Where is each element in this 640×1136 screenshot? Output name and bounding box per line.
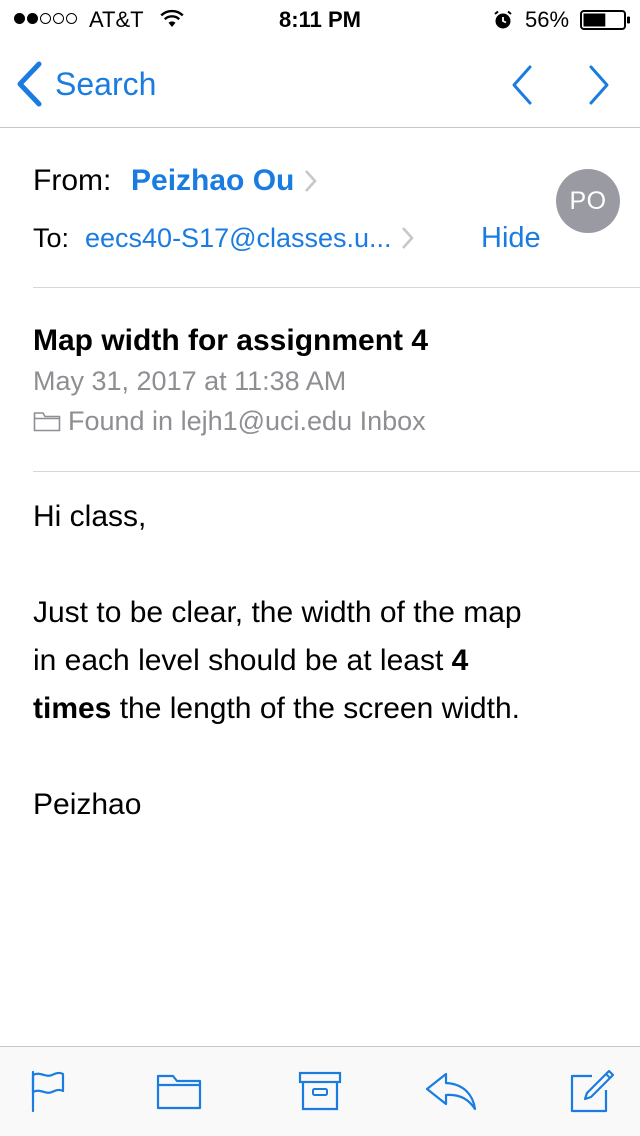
reply-button[interactable] xyxy=(423,1069,479,1117)
folder-icon xyxy=(33,410,61,432)
next-message-icon[interactable] xyxy=(581,62,615,108)
message-body: Hi class, Just to be clear, the width of… xyxy=(33,493,623,829)
message-subject: Map width for assignment 4 xyxy=(33,324,429,357)
bottom-toolbar xyxy=(0,1046,640,1136)
mailbox-location-label: Found in lejh1@uci.edu Inbox xyxy=(68,405,426,436)
to-label: To: xyxy=(33,223,70,253)
signature: Peizhao xyxy=(33,788,142,821)
compose-icon xyxy=(568,1068,616,1119)
flag-button[interactable] xyxy=(20,1069,76,1117)
bold-text: times xyxy=(33,692,112,725)
reply-icon xyxy=(424,1070,478,1117)
divider xyxy=(33,287,640,288)
sender-button[interactable]: Peizhao Ou xyxy=(131,161,318,201)
sender-name: Peizhao Ou xyxy=(131,164,295,197)
status-bar: AT&T 8:11 PM 56% xyxy=(0,0,640,40)
back-button[interactable]: Search xyxy=(14,60,156,108)
archive-button[interactable] xyxy=(292,1069,348,1117)
archive-icon xyxy=(298,1070,342,1117)
chevron-right-icon xyxy=(401,226,415,250)
alarm-icon xyxy=(493,10,513,35)
avatar[interactable]: PO xyxy=(556,169,620,233)
navigation-bar: Search xyxy=(0,40,640,128)
message-date: May 31, 2017 at 11:38 AM xyxy=(33,366,347,396)
divider xyxy=(33,471,640,472)
compose-button[interactable] xyxy=(564,1069,620,1117)
move-to-folder-button[interactable] xyxy=(151,1069,207,1117)
recipient-address: eecs40-S17@classes.u... xyxy=(85,222,392,253)
from-label: From: xyxy=(33,164,112,197)
body-line: Just to be clear, the width of the map xyxy=(33,596,522,629)
body-line: in each level should be at least 4 xyxy=(33,644,469,677)
bold-text: 4 xyxy=(451,644,469,677)
hide-details-button[interactable]: Hide xyxy=(481,218,541,258)
battery-percent: 56% xyxy=(525,7,570,32)
chevron-right-icon xyxy=(304,169,318,193)
recipient-button[interactable]: eecs40-S17@classes.u... xyxy=(85,218,415,258)
chevron-left-icon xyxy=(14,61,44,107)
body-line: times the length of the screen width. xyxy=(33,692,520,725)
greeting: Hi class, xyxy=(33,500,147,533)
previous-message-icon[interactable] xyxy=(506,62,540,108)
back-button-label: Search xyxy=(55,65,157,102)
folder-icon xyxy=(156,1071,202,1116)
mailbox-location[interactable]: Found in lejh1@uci.edu Inbox xyxy=(33,402,426,440)
flag-icon xyxy=(28,1069,68,1118)
battery-icon xyxy=(580,10,632,35)
